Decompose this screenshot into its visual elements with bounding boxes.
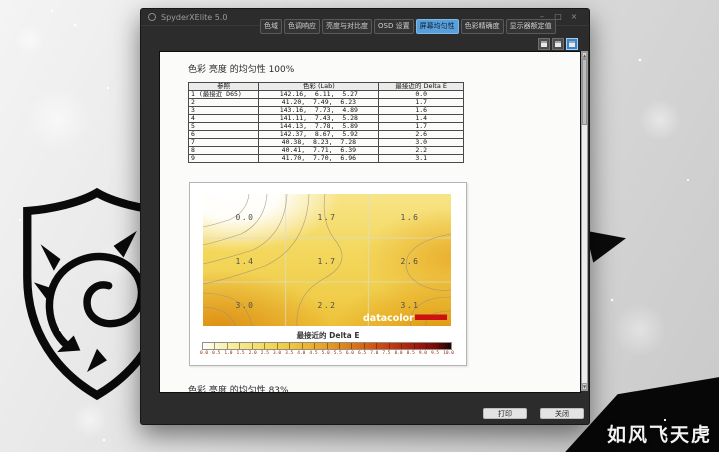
table-header-row: 参照 色彩 (Lab) 最接近的 Delta E [187,82,464,91]
table-row: 7 40.38, 8.23, 7.28 3.0 [187,138,464,147]
app-icon [148,13,156,21]
uniformity-table: 参照 色彩 (Lab) 最接近的 Delta E 1 (最接近 D65) 142.… [187,82,464,163]
tab-bar: 色域 色调响应 亮度与对比度 OSD 设置 屏幕均匀性 色彩精确度 显示器额定值 [259,19,557,34]
table-row: 4 141.11, 7.43, 5.28 1.4 [187,114,464,123]
desktop-background: 如风飞天虎 SpyderXElite 5.0 – □ × 色域 色调响应 亮度与对比… [0,0,719,452]
report-toolbar [538,38,578,50]
heatmap-panel: 0.0 1.7 1.6 1.4 1.7 2.6 3.0 2.2 3.1 data… [189,182,467,366]
heatmap-cell-2: 1.7 [318,213,337,222]
background-spike-shape [585,230,626,263]
tab-5[interactable]: 屏幕均匀性 [415,19,459,34]
close-report-button[interactable]: 关闭 [540,408,584,419]
tab-7[interactable]: 显示器额定值 [505,19,556,34]
scrollbar-thumb[interactable] [582,59,587,125]
col-header-delta-e: 最接近的 Delta E [378,82,464,91]
tab-4[interactable]: OSD 设置 [374,19,414,34]
table-row: 3 143.16, 7.73, 4.89 1.6 [187,106,464,115]
save-report-icon[interactable] [538,38,550,50]
tab-1[interactable]: 色域 [260,19,282,34]
window-title: SpyderXElite 5.0 [161,12,228,22]
heatmap-caption: 最接近的 Delta E [296,331,360,340]
heatmap-cell-6: 2.6 [401,257,420,266]
scroll-up-icon[interactable]: ▲ [582,52,587,59]
print-report-icon[interactable] [552,38,564,50]
col-header-color-lab: 色彩 (Lab) [258,82,380,91]
app-window: SpyderXElite 5.0 – □ × 色域 色调响应 亮度与对比度 OSD 设… [140,8,590,425]
table-row: 6 142.37, 8.67, 5.92 2.6 [187,130,464,139]
scale-tick-labels: 0.0 0.5 1.0 1.5 2.0 2.5 3.0 3.5 4.0 4.5 5.0 5.5 6.0 6… [200,350,454,356]
zoom-report-icon[interactable] [566,38,578,50]
delta-e-heatmap: 0.0 1.7 1.6 1.4 1.7 2.6 3.0 2.2 3.1 data… [203,194,451,326]
page-scrollbar[interactable]: ▲ ▼ [581,51,588,391]
heatmap-cell-9: 3.1 [401,301,420,310]
table-row: 2 41.20, 7.49, 6.23 1.7 [187,98,464,107]
print-button[interactable]: 打印 [483,408,527,419]
uniformity-heading: 色彩 亮度 的均匀性 100% [188,65,295,75]
next-section-heading: 色彩 亮度 的均匀性 83% [188,386,289,393]
heatmap-cell-4: 1.4 [236,257,255,266]
table-row: 9 41.70, 7.70, 6.96 3.1 [187,154,464,163]
tab-3[interactable]: 亮度与对比度 [322,19,372,34]
table-row: 8 40.41, 7.71, 6.39 2.2 [187,146,464,155]
heatmap-cell-8: 2.2 [318,301,337,310]
tab-6[interactable]: 色彩精确度 [460,19,504,34]
heatmap-cell-1: 0.0 [236,213,255,222]
footer-buttons: 打印 关闭 [483,408,584,419]
report-page: 色彩 亮度 的均匀性 100% 参照 色彩 (Lab) 最接近的 Delta E… [159,51,581,393]
heatmap-cell-3: 1.6 [401,213,420,222]
tab-2[interactable]: 色调响应 [284,19,320,34]
svg-text:datacolor: datacolor [363,313,414,324]
heatmap-cell-7: 3.0 [236,301,255,310]
watermark-text: 如风飞天虎 [606,424,712,446]
close-button[interactable]: × [566,10,582,24]
uniformity-table-body: 1 (最接近 D65) 142.16, 6.11, 5.27 0.0 2 41.20, … [187,90,464,163]
table-row: 1 (最接近 D65) 142.16, 6.11, 5.27 0.0 [187,90,464,99]
delta-e-color-scale [202,342,452,350]
scale-segments [203,343,451,349]
col-header-reference: 参照 [187,82,260,91]
table-row: 5 144.13, 7.78, 5.89 1.7 [187,122,464,131]
scroll-down-icon[interactable]: ▼ [582,383,587,390]
heatmap-cell-5: 1.7 [318,257,337,266]
